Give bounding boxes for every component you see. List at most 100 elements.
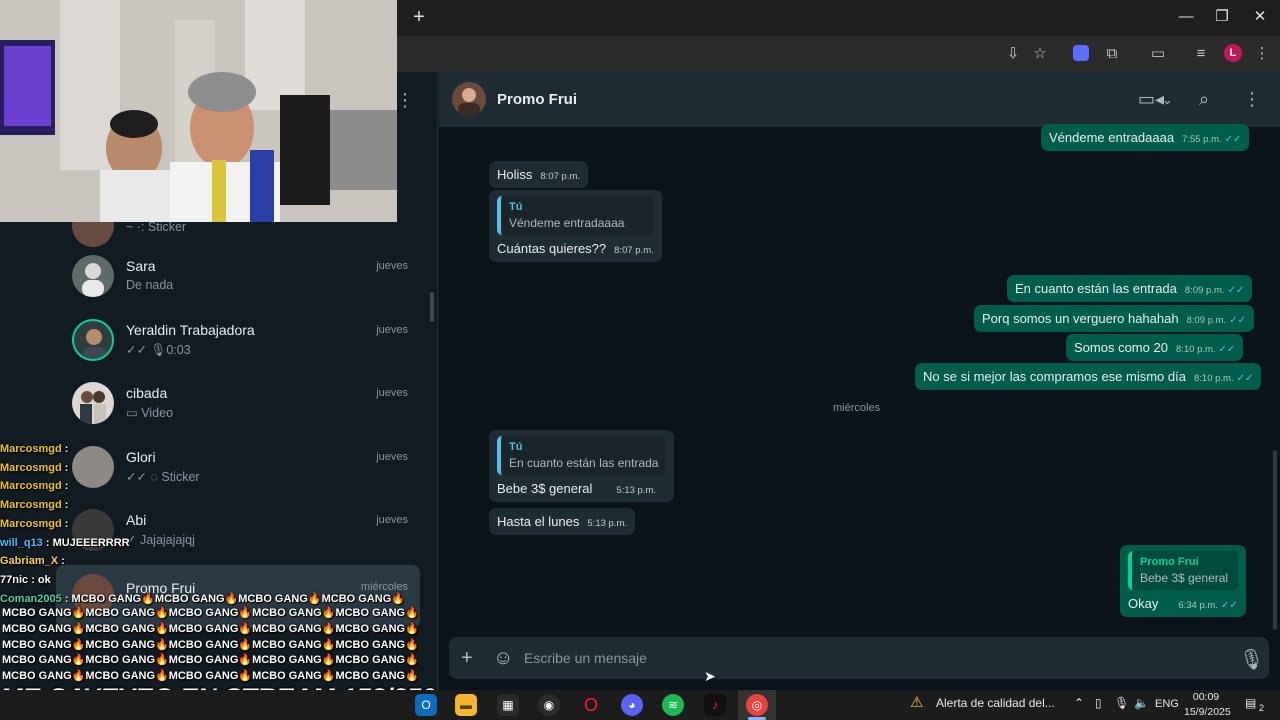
video-call-icon[interactable]: ▭◂ [1138, 89, 1164, 110]
tray-mic-icon[interactable]: 🎙 [1114, 696, 1129, 710]
quote-text: Véndeme entradaaaa [509, 216, 625, 230]
taskbar-clock[interactable]: 00:09 15/9/2025 [1184, 690, 1231, 720]
message-input[interactable] [524, 648, 1224, 668]
chat-item-cibada[interactable]: cibada jueves ▭ Video [56, 373, 420, 436]
conversation-menu-icon[interactable]: ⋮ [1243, 89, 1261, 110]
message-time: 8:07 p.m. [540, 171, 581, 182]
tiktok-icon[interactable]: ♪ [704, 694, 726, 716]
new-tab-button[interactable]: + [408, 6, 430, 28]
close-window-button[interactable]: ✕ [1240, 4, 1280, 30]
conversation-scrollbar[interactable] [1273, 450, 1277, 630]
stream-chat-separator: : [61, 443, 69, 455]
chat-item-sara[interactable]: Sara jueves De nada [56, 246, 420, 309]
double-check-icon: ✓✓ [1224, 134, 1242, 145]
double-check-icon: ✓✓ [1218, 344, 1236, 355]
chevron-up-icon[interactable]: ⌃ [1074, 696, 1084, 710]
message-in[interactable]: Hasta el lunes 5:13 p.m. [489, 508, 635, 535]
contact-name[interactable]: Promo Frui [497, 91, 577, 108]
message-out[interactable]: Porq somos un verguero hahahah 8:09 p.m. ✓… [974, 305, 1254, 332]
attach-plus-icon[interactable]: + [461, 647, 473, 670]
quoted-message[interactable]: Tú Véndeme entradaaaa [497, 196, 654, 235]
chat-item-yeraldin[interactable]: Yeraldin Trabajadora jueves ✓✓ 🎙0:03 [56, 310, 420, 373]
avatar [72, 382, 114, 424]
microphone-icon[interactable]: 🎙 [1239, 647, 1264, 672]
message-out[interactable]: En cuanto están las entrada 8:09 p.m. ✓✓ [1007, 275, 1253, 302]
profile-avatar[interactable]: L [1224, 44, 1242, 62]
stream-chat-line: Marcosmgd : [0, 496, 420, 515]
chat-name: Yeraldin Trabajadora [126, 322, 255, 338]
maximize-button[interactable]: ❐ [1202, 4, 1242, 30]
outlook-icon[interactable]: O [415, 694, 437, 716]
message-out[interactable]: No se si mejor las compramos ese mismo d… [915, 363, 1262, 390]
install-app-icon[interactable]: ⇩ [1001, 42, 1025, 66]
stream-chat-user: will_q13 [0, 536, 43, 549]
contact-avatar[interactable] [452, 82, 486, 116]
air-quality-alert[interactable]: Alerta de calidad del... [936, 696, 1055, 710]
opera-icon[interactable]: O [580, 694, 602, 716]
language-indicator[interactable]: ENG [1155, 698, 1179, 710]
chat-preview: ▭ Video [126, 405, 173, 420]
spotify-icon[interactable]: ≋ [662, 694, 684, 716]
clock-time: 00:09 [1192, 691, 1220, 703]
conversation-header[interactable]: Promo Frui ▭◂ ⌄ ⌕ ⋮ [439, 72, 1280, 127]
stream-chat-separator: : [61, 480, 69, 493]
double-check-icon: ✓✓ [1227, 285, 1245, 296]
stream-chat-spam-line: MCBO GANG🔥MCBO GANG🔥MCBO GANG🔥MCBO GANG🔥… [2, 638, 419, 651]
search-icon[interactable]: ⌕ [1199, 89, 1209, 110]
stream-chat-spam-line: MCBO GANG🔥MCBO GANG🔥MCBO GANG🔥MCBO GANG🔥… [2, 622, 419, 635]
stream-chat-separator: : [61, 499, 69, 512]
chat-preview-text: 0:03 [166, 343, 191, 357]
quoted-message[interactable]: Promo Frui Bebe 3$ general [1128, 551, 1238, 590]
stream-chat-user: Gabriam_X [0, 555, 59, 568]
chat-list-menu-icon[interactable]: ⋮ [396, 90, 414, 111]
chrome-icon[interactable]: ◎ [746, 694, 768, 716]
chat-preview-text: Video [141, 406, 174, 420]
quoted-message[interactable]: Tú En cuanto están las entrada [497, 436, 667, 475]
emoji-icon[interactable]: ☺ [493, 647, 513, 670]
stream-chat-line: Marcosmgd : [0, 477, 420, 496]
store-icon[interactable]: ▦ [497, 694, 519, 716]
message-in-reply[interactable]: Tú En cuanto están las entrada Bebe 3$ g… [489, 430, 675, 502]
quote-author: Tú [509, 201, 523, 213]
chat-name: cibada [126, 385, 168, 401]
stream-chat-user: Marcosmgd [0, 461, 62, 474]
stream-chat-spam-line: MCBO GANG🔥MCBO GANG🔥MCBO GANG🔥MCBO GANG🔥… [2, 670, 419, 683]
message-in[interactable]: Holiss 8:07 p.m. [489, 161, 589, 188]
reading-list-icon[interactable]: ≡ [1189, 42, 1213, 66]
message-in-reply[interactable]: Tú Véndeme entradaaaa Cuántas quieres?? 8… [489, 190, 662, 262]
extension-badge-icon[interactable] [1073, 45, 1089, 61]
discord-icon[interactable]: ◕ [621, 694, 643, 716]
stream-chat-user: Marcosmgd [0, 499, 62, 512]
stream-chat-overlay: Marcosmgd : Marcosmgd : Marcosmgd : Marc… [0, 440, 420, 608]
chat-time: jueves [376, 387, 408, 399]
battery-icon[interactable]: ▯ [1095, 696, 1102, 710]
stream-chat-message: MUJEEERRRR [52, 536, 130, 549]
browser-menu-icon[interactable]: ⋮ [1250, 42, 1274, 66]
volume-icon[interactable]: 🔈 [1134, 696, 1149, 710]
warning-icon[interactable]: ⚠ [910, 693, 923, 711]
chevron-down-icon[interactable]: ⌄ [1162, 92, 1173, 108]
minimize-button[interactable]: — [1166, 4, 1206, 30]
stream-chat-line: Gabriam_X : [0, 552, 420, 571]
chat-preview: ✓✓ 🎙0:03 [126, 342, 191, 358]
message-out-reply[interactable]: Promo Frui Bebe 3$ general Okay 6:34 p.m.… [1120, 545, 1246, 617]
message-time: 8:09 p.m. [1184, 285, 1225, 296]
extensions-icon[interactable]: ⧉ [1100, 42, 1124, 66]
message-out[interactable]: Somos como 20 8:10 p.m. ✓✓ [1066, 334, 1244, 361]
message-out[interactable]: Véndeme entradaaaa 7:55 p.m. ✓✓ [1041, 124, 1250, 151]
stream-chat-message: MCBO GANG🔥MCBO GANG🔥MCBO GANG🔥MCBO GANG🔥 [71, 592, 405, 605]
notifications-icon[interactable]: ▤ [1245, 696, 1256, 710]
file-explorer-icon[interactable]: ▬ [455, 694, 477, 716]
mic-icon: 🎙 [150, 343, 167, 357]
message-time: 8:07 p.m. [614, 245, 654, 256]
day-separator: miércoles [825, 399, 889, 417]
stream-chat-user: Marcosmgd [0, 517, 62, 530]
stream-chat-line: will_q13 : MUJEEERRRR [0, 534, 420, 553]
quote-author: Tú [509, 441, 523, 453]
stream-chat-user: Marcosmgd [0, 443, 62, 455]
bookmark-star-icon[interactable]: ☆ [1028, 42, 1052, 66]
sidebar-icon[interactable]: ▭ [1146, 42, 1170, 66]
obs-icon[interactable]: ◉ [538, 694, 560, 716]
chat-list-scrollbar[interactable] [430, 292, 434, 322]
stream-chat-separator: : [28, 573, 38, 586]
